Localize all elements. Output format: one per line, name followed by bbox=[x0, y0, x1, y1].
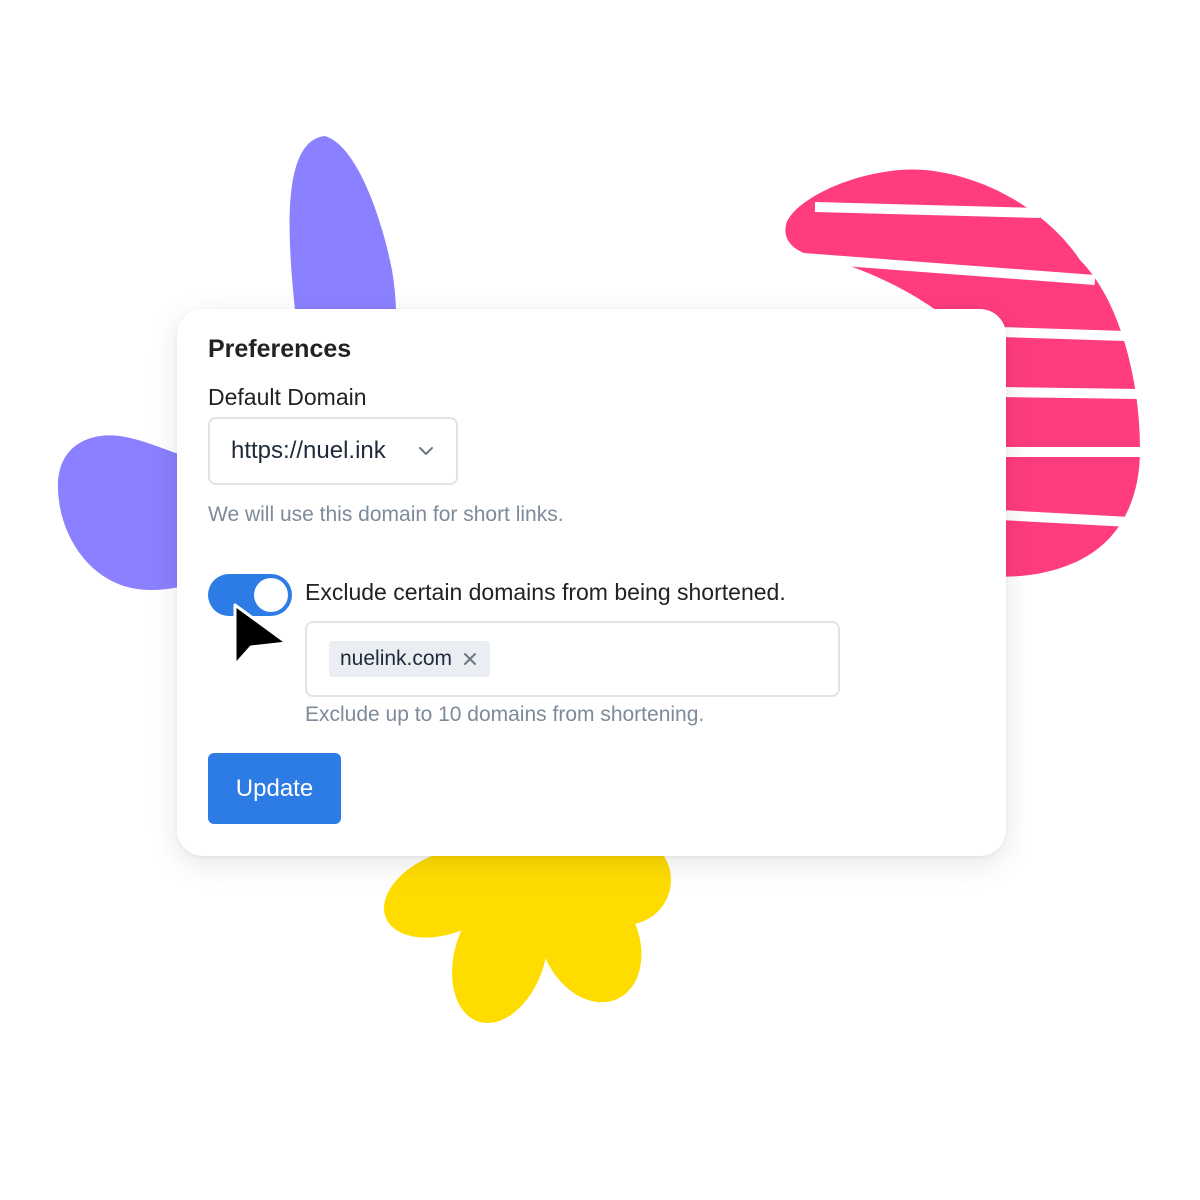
chevron-down-icon bbox=[419, 447, 433, 455]
exclude-domains-help: Exclude up to 10 domains from shortening… bbox=[305, 703, 705, 726]
cursor-icon bbox=[233, 603, 289, 667]
card-title: Preferences bbox=[208, 335, 352, 363]
default-domain-label: Default Domain bbox=[208, 384, 367, 410]
default-domain-help: We will use this domain for short links. bbox=[208, 503, 564, 526]
close-icon[interactable] bbox=[462, 651, 478, 667]
default-domain-value: https://nuel.ink bbox=[231, 437, 386, 464]
domain-tag: nuelink.com bbox=[329, 641, 491, 677]
exclude-domains-label: Exclude certain domains from being short… bbox=[305, 579, 786, 605]
excluded-domains-input[interactable]: nuelink.com bbox=[305, 621, 840, 697]
update-button[interactable]: Update bbox=[208, 753, 341, 824]
domain-tag-label: nuelink.com bbox=[340, 647, 453, 670]
yellow-flower bbox=[383, 835, 671, 1024]
default-domain-select[interactable]: https://nuel.ink bbox=[208, 417, 458, 485]
preferences-card: Preferences Default Domain https://nuel.… bbox=[177, 309, 1006, 856]
